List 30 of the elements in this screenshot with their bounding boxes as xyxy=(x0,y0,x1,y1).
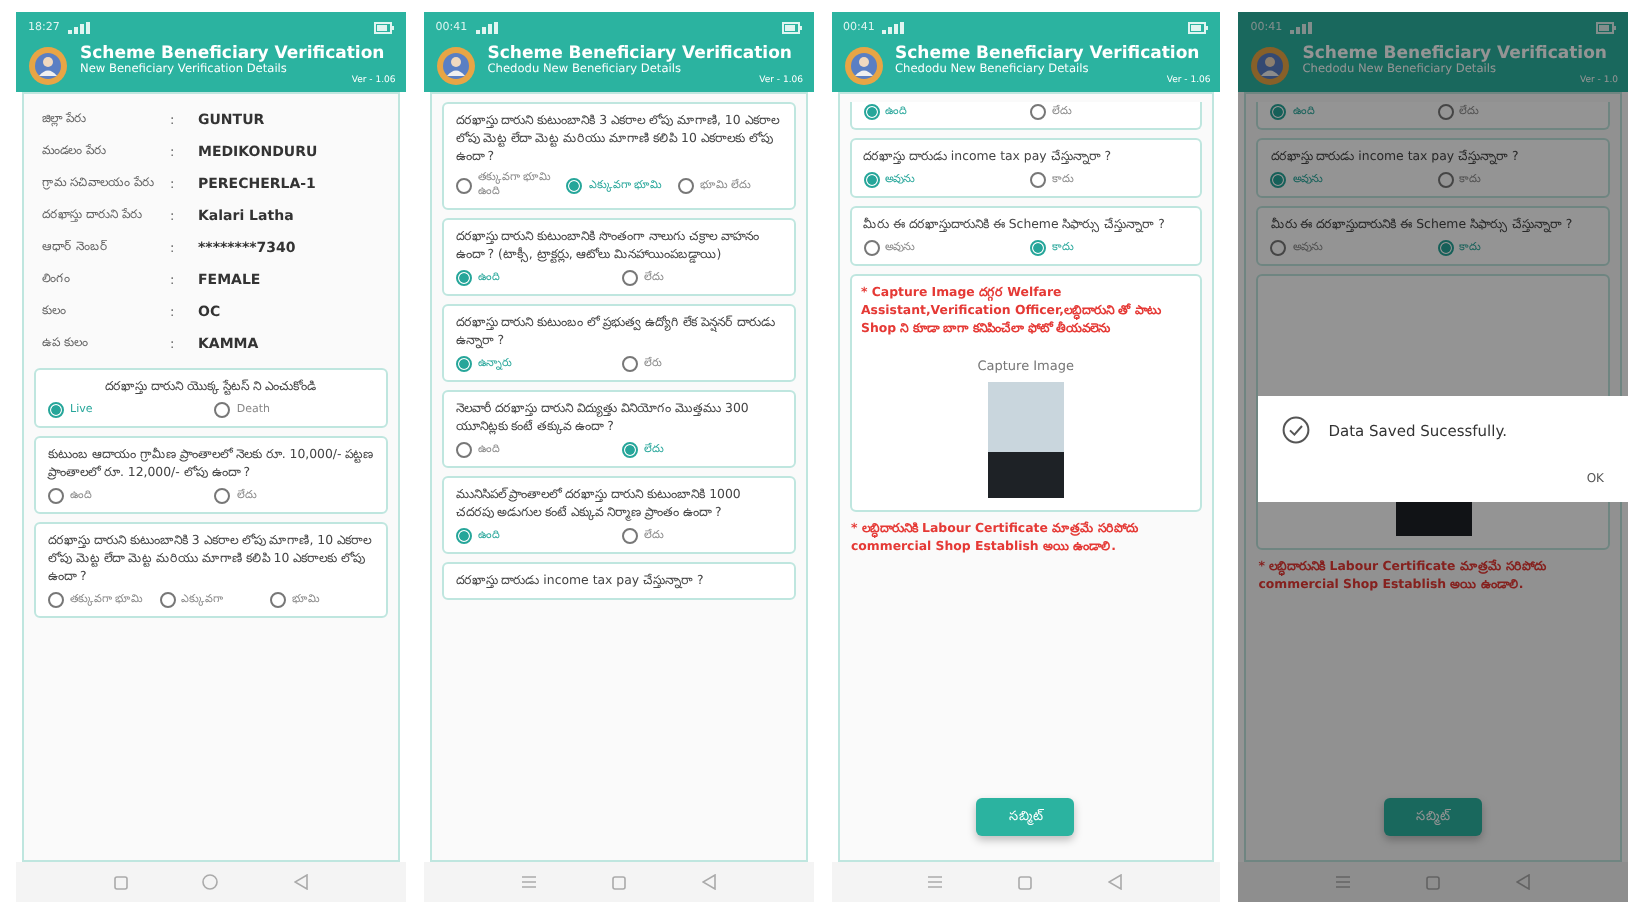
emblem-icon xyxy=(28,45,68,85)
square-icon[interactable] xyxy=(611,875,626,889)
battery-icon xyxy=(781,21,801,33)
back-icon[interactable] xyxy=(293,874,308,890)
signal-icon xyxy=(475,21,500,33)
back-icon[interactable] xyxy=(701,874,716,890)
battery-icon xyxy=(1596,21,1616,33)
back-icon[interactable] xyxy=(1516,874,1531,890)
app-title: Scheme Beneficiary Verification xyxy=(80,44,387,64)
emblem-icon xyxy=(1250,45,1291,85)
signal-icon xyxy=(1290,21,1315,33)
emblem-icon xyxy=(435,45,476,85)
check-circle-icon xyxy=(1282,416,1311,444)
signal-icon xyxy=(67,21,92,33)
square-icon[interactable] xyxy=(113,875,128,889)
app-title: Scheme Beneficiary Verification xyxy=(1302,44,1609,64)
battery-icon xyxy=(1188,21,1209,33)
back-icon[interactable] xyxy=(1108,874,1123,890)
app-title: Scheme Beneficiary Verification xyxy=(487,44,794,64)
signal-icon xyxy=(882,21,907,33)
app-title: Scheme Beneficiary Verification xyxy=(895,44,1202,64)
photo-placeholder xyxy=(987,382,1064,498)
battery-icon xyxy=(373,21,394,33)
emblem-icon xyxy=(843,45,883,85)
square-icon[interactable] xyxy=(1018,875,1033,889)
home-icon[interactable] xyxy=(202,874,219,890)
menu-icon[interactable] xyxy=(1336,876,1351,888)
square-icon[interactable] xyxy=(1426,875,1441,889)
menu-icon[interactable] xyxy=(928,876,943,888)
menu-icon[interactable] xyxy=(521,876,536,888)
